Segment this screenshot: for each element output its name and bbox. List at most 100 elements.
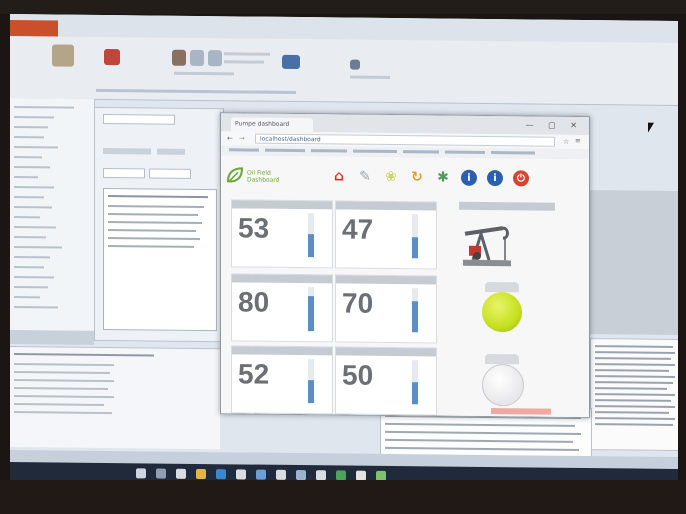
window-controls[interactable]: — ▢ ✕ <box>526 120 583 130</box>
table-row[interactable] <box>108 205 204 209</box>
table-row[interactable] <box>14 363 114 367</box>
bookmark-item[interactable] <box>229 148 259 152</box>
sensor-value: 70 <box>342 287 374 319</box>
browser-icon[interactable] <box>216 469 226 480</box>
sensor-card: 50 <box>335 346 437 416</box>
list-item[interactable] <box>14 276 54 279</box>
list-item[interactable] <box>14 146 58 149</box>
table-row[interactable] <box>14 379 114 383</box>
bookmark-item[interactable] <box>403 150 439 154</box>
monitor-bezel-bottom <box>0 480 686 514</box>
ribbon-button[interactable] <box>208 50 222 67</box>
back-icon[interactable]: ← <box>227 134 233 142</box>
sensor-card: 70 <box>335 274 437 344</box>
list-item[interactable] <box>14 266 44 269</box>
log-line <box>595 387 667 390</box>
table-row[interactable] <box>14 387 108 391</box>
ribbon-label <box>350 75 390 79</box>
list-item[interactable] <box>14 176 38 179</box>
level-gauge <box>308 359 314 404</box>
table-row[interactable] <box>108 245 194 248</box>
app-icon[interactable] <box>276 469 286 480</box>
list-item[interactable] <box>14 196 44 199</box>
properties-field[interactable] <box>103 147 151 155</box>
list-item[interactable] <box>14 166 50 169</box>
app-icon[interactable] <box>316 470 326 481</box>
variables-table <box>103 187 217 332</box>
list-item[interactable] <box>14 186 54 189</box>
app-icon[interactable] <box>236 469 246 480</box>
list-item[interactable] <box>14 106 74 109</box>
star-icon[interactable]: ☆ <box>563 138 569 146</box>
list-item[interactable] <box>14 286 48 289</box>
alarm-button[interactable] <box>491 408 551 415</box>
ribbon-button[interactable] <box>104 48 120 66</box>
properties-panel <box>94 106 224 343</box>
ribbon-tab[interactable] <box>96 23 122 35</box>
list-item[interactable] <box>14 246 62 249</box>
wrench-icon[interactable]: ✎ <box>357 169 373 185</box>
properties-field[interactable] <box>103 113 175 125</box>
app-icon[interactable] <box>296 469 306 481</box>
list-item[interactable] <box>14 116 54 119</box>
left-panel-tabs[interactable] <box>10 330 94 345</box>
app-icon[interactable] <box>336 470 346 481</box>
bookmark-item[interactable] <box>311 149 347 153</box>
runner-icon[interactable]: ✱ <box>435 169 451 185</box>
list-item[interactable] <box>14 206 52 209</box>
bookmark-item[interactable] <box>265 148 305 153</box>
app-icon[interactable] <box>256 469 266 480</box>
level-gauge <box>412 360 418 405</box>
logo-text: Oil Field Dashboard <box>247 169 280 183</box>
list-item[interactable] <box>14 296 40 299</box>
bookmark-item[interactable] <box>491 151 535 155</box>
table-row[interactable] <box>108 229 196 232</box>
search-icon[interactable] <box>156 468 166 479</box>
table-row[interactable] <box>14 395 114 399</box>
ribbon-button[interactable] <box>190 49 204 67</box>
ribbon-button[interactable] <box>52 44 74 67</box>
start-icon[interactable] <box>136 468 146 479</box>
refresh-icon[interactable]: ↻ <box>409 169 425 185</box>
list-item[interactable] <box>14 306 58 309</box>
log-line <box>385 438 573 443</box>
table-row[interactable] <box>108 237 200 240</box>
forward-icon[interactable]: → <box>239 134 245 142</box>
folder-icon[interactable] <box>196 468 206 480</box>
dashboard-logo: Oil Field Dashboard <box>225 165 287 188</box>
table-row[interactable] <box>14 403 104 406</box>
list-item[interactable] <box>14 226 56 229</box>
bookmark-item[interactable] <box>353 149 397 154</box>
table-row[interactable] <box>14 371 110 375</box>
file-tab[interactable] <box>10 20 58 37</box>
taskview-icon[interactable] <box>176 468 186 479</box>
ribbon-button[interactable] <box>172 49 186 66</box>
menu-icon[interactable]: ≡ <box>575 137 581 145</box>
level-gauge <box>412 214 418 259</box>
ribbon-button[interactable] <box>282 54 300 70</box>
address-bar[interactable]: localhost/dashboard <box>255 133 555 147</box>
ribbon-tab[interactable] <box>66 23 92 35</box>
list-item[interactable] <box>14 216 40 219</box>
power-icon[interactable]: ⏻ <box>513 170 529 187</box>
list-item[interactable] <box>14 126 48 129</box>
list-item[interactable] <box>14 236 46 239</box>
table-row[interactable] <box>108 213 198 216</box>
properties-field[interactable] <box>149 168 191 179</box>
table-row[interactable] <box>108 221 202 225</box>
list-item[interactable] <box>14 156 42 159</box>
leaf-icon[interactable]: ❀ <box>383 169 399 185</box>
list-item[interactable] <box>14 136 44 139</box>
info-icon-1[interactable]: i <box>461 169 477 186</box>
log-line <box>595 381 673 384</box>
ribbon-button[interactable] <box>350 59 360 70</box>
bookmark-item[interactable] <box>445 150 485 154</box>
list-item[interactable] <box>14 256 50 259</box>
browser-tab[interactable]: Pumpe dashboard <box>231 117 313 133</box>
home-icon[interactable]: ⌂ <box>331 168 347 184</box>
output-panel <box>10 346 220 450</box>
table-row[interactable] <box>14 411 112 415</box>
properties-field[interactable] <box>157 148 185 155</box>
properties-field[interactable] <box>103 167 145 179</box>
info-icon-2[interactable]: i <box>487 169 503 187</box>
